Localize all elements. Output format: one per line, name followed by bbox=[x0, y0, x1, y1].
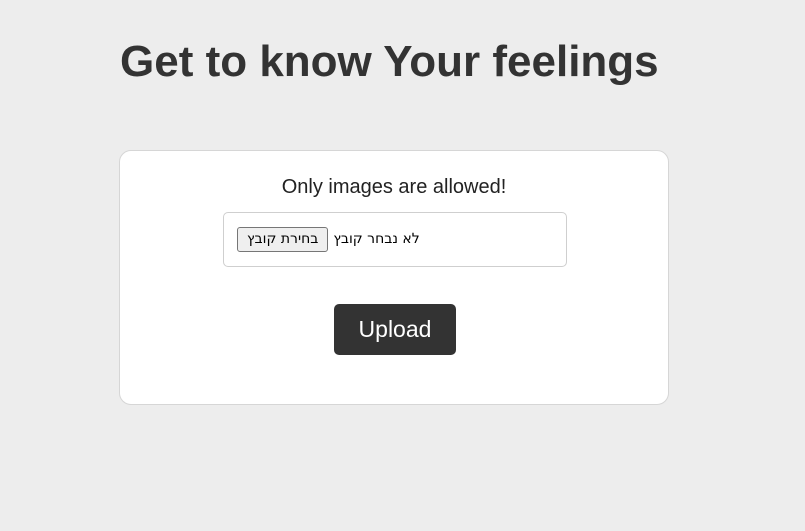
upload-card: Only images are allowed! בחירת קובץ לא נ… bbox=[119, 150, 669, 405]
allowed-files-notice: Only images are allowed! bbox=[281, 176, 507, 198]
page-title: Get to know Your feelings bbox=[120, 37, 659, 86]
file-input[interactable]: בחירת קובץ לא נבחר קובץ bbox=[237, 226, 420, 252]
upload-button[interactable]: Upload bbox=[334, 304, 456, 355]
file-status-text: לא נבחר קובץ bbox=[333, 231, 420, 247]
choose-file-button[interactable]: בחירת קובץ bbox=[237, 226, 329, 252]
file-input-container[interactable]: בחירת קובץ לא נבחר קובץ bbox=[223, 212, 567, 267]
